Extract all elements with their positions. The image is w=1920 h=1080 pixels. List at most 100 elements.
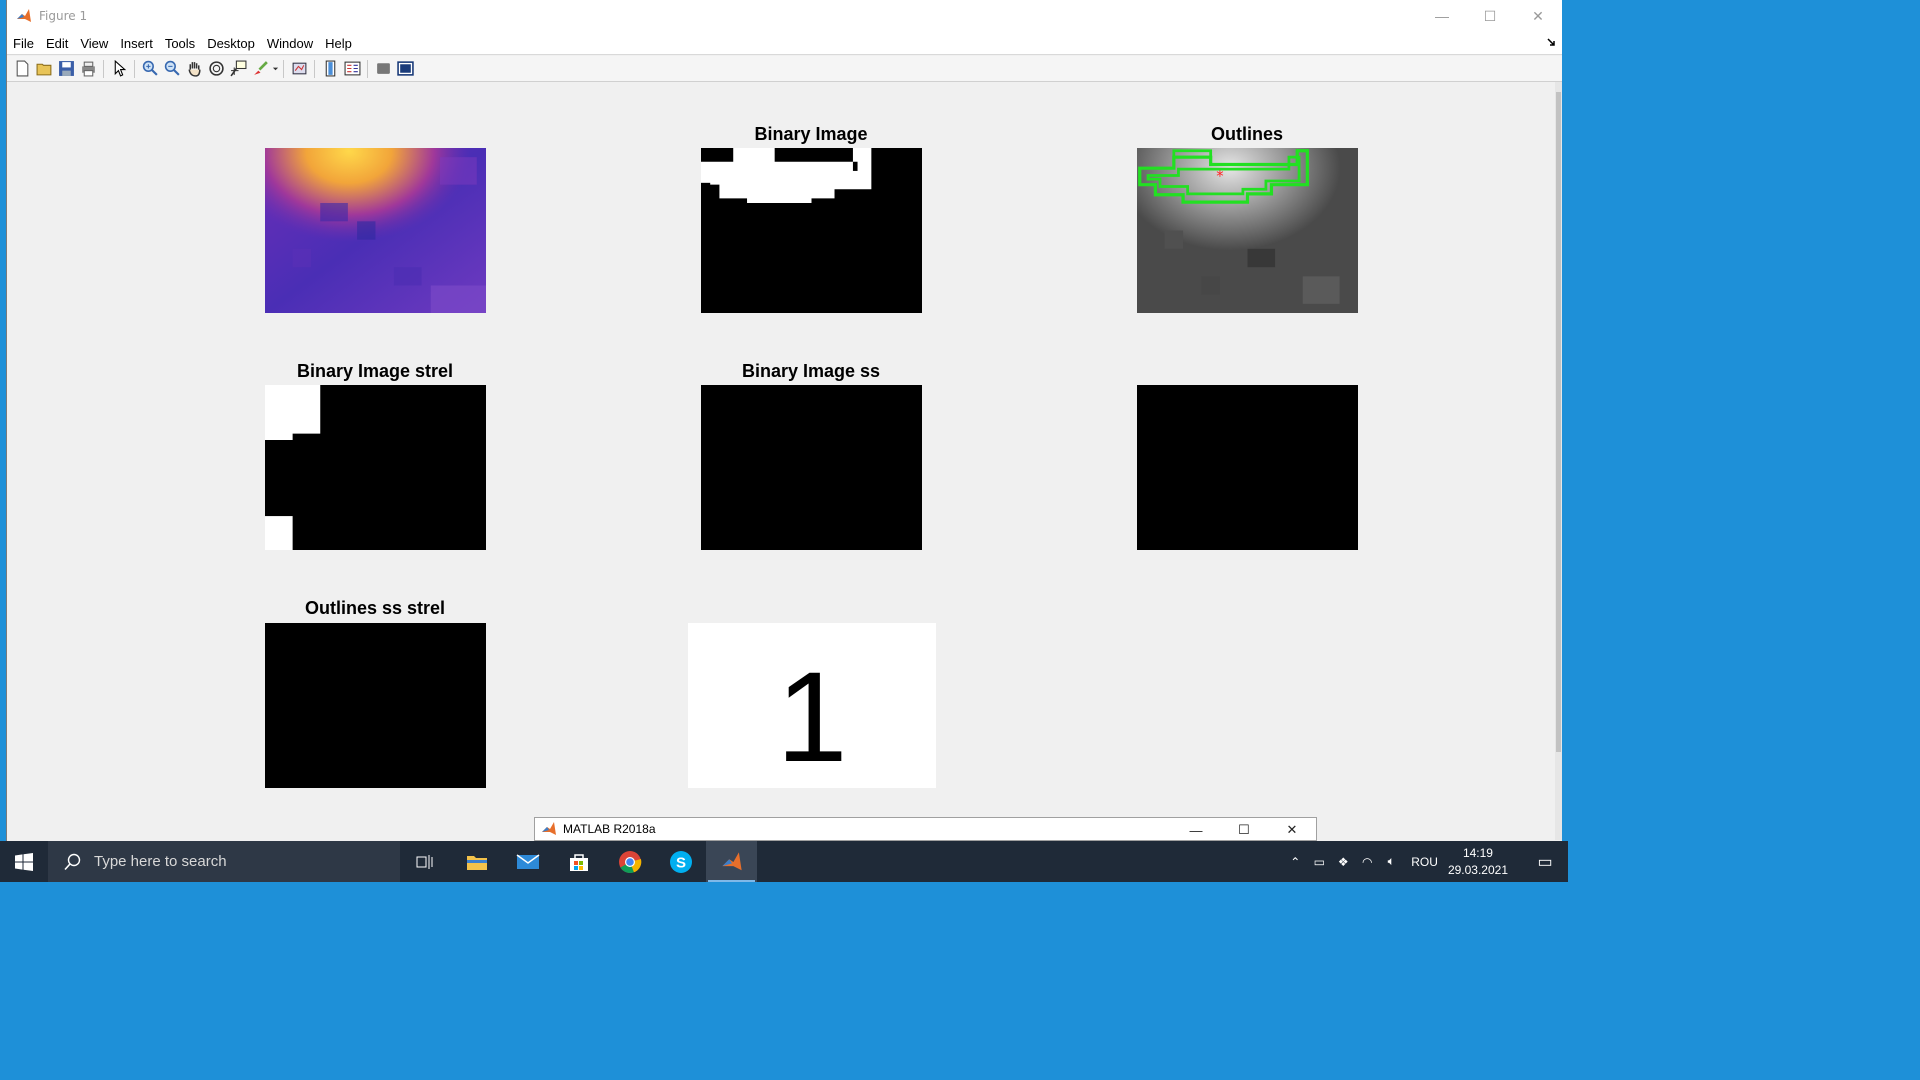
matlab-maximize-button[interactable]: ☐: [1220, 818, 1268, 842]
save-icon: [58, 61, 74, 76]
dock-arrow-icon[interactable]: [1546, 37, 1556, 47]
matlab-taskbar-button[interactable]: [706, 841, 757, 882]
task-view-button[interactable]: [400, 841, 451, 882]
binary-image-ss-title: Binary Image ss: [741, 361, 881, 381]
pan-button[interactable]: [183, 58, 205, 80]
window-title: Figure 1: [39, 9, 88, 23]
outlines-ss-strel-plot: [265, 623, 486, 788]
pointer-icon: [114, 60, 126, 77]
zoom-in-button[interactable]: [139, 58, 161, 80]
binary-image-ss-plot: [701, 385, 922, 550]
save-button[interactable]: [55, 58, 77, 80]
notifications-icon[interactable]: ▭: [1522, 852, 1568, 872]
count-value: 1: [776, 645, 848, 789]
rotate-button[interactable]: [205, 58, 227, 80]
menu-file[interactable]: File: [7, 36, 40, 51]
zoom-out-icon: [164, 60, 180, 76]
figure-toolbar: [7, 56, 1562, 82]
brush-icon: [253, 61, 268, 75]
search-placeholder: Type here to search: [94, 853, 227, 870]
legend-icon: [344, 61, 360, 76]
menu-bar: File Edit View Insert Tools Desktop Wind…: [7, 32, 1562, 55]
edit-plot-button[interactable]: [108, 58, 130, 80]
mail-button[interactable]: [502, 841, 553, 882]
matlab-close-button[interactable]: ✕: [1268, 818, 1316, 842]
close-button[interactable]: ✕: [1514, 0, 1562, 32]
menu-tools[interactable]: Tools: [159, 36, 201, 51]
menu-help[interactable]: Help: [319, 36, 358, 51]
untitled-black-plot: [1137, 385, 1358, 550]
binary-image-title: Binary Image: [754, 124, 868, 144]
new-figure-button[interactable]: [11, 58, 33, 80]
toolbar-separator: [367, 59, 368, 78]
store-button[interactable]: [553, 841, 604, 882]
brush-dropdown[interactable]: [271, 58, 279, 80]
minimize-button[interactable]: —: [1418, 0, 1466, 32]
taskbar-search[interactable]: Type here to search: [48, 841, 400, 882]
system-tray: ⌃ ▭ ❖ ◠ 🔈︎ ROU 14:19 29.03.2021 ▭: [1283, 841, 1568, 882]
toolbar-separator: [283, 59, 284, 78]
mail-icon: [516, 853, 539, 869]
toolbar-separator: [103, 59, 104, 78]
dropbox-icon[interactable]: ❖: [1331, 855, 1355, 869]
clock[interactable]: 14:19 29.03.2021: [1448, 845, 1508, 879]
matlab-window-title: MATLAB R2018a: [563, 822, 656, 836]
scrollbar-thumb[interactable]: [1556, 92, 1561, 752]
file-explorer-button[interactable]: [451, 841, 502, 882]
menu-desktop[interactable]: Desktop: [201, 36, 261, 51]
svg-text:S: S: [675, 854, 685, 871]
centroid-marker: *: [1216, 168, 1223, 185]
open-file-button[interactable]: [33, 58, 55, 80]
task-view-icon: [416, 854, 432, 869]
maximize-button[interactable]: ☐: [1466, 0, 1514, 32]
menu-view[interactable]: View: [74, 36, 114, 51]
hand-icon: [187, 62, 201, 77]
new-file-icon: [16, 60, 28, 77]
vertical-scrollbar[interactable]: [1555, 82, 1562, 840]
wifi-icon[interactable]: ◠: [1355, 855, 1379, 869]
clock-date: 29.03.2021: [1447, 862, 1508, 877]
binary-image-strel-title: Binary Image strel: [296, 361, 454, 381]
rotate-3d-icon: [208, 61, 224, 76]
start-button[interactable]: [0, 841, 48, 882]
count-panel: 1: [688, 623, 936, 788]
link-plot-button[interactable]: [288, 58, 310, 80]
menu-window[interactable]: Window: [261, 36, 319, 51]
search-icon: [64, 853, 81, 870]
outlines-title: Outlines: [1210, 124, 1283, 144]
chrome-button[interactable]: [604, 841, 655, 882]
windows-logo-icon: [15, 852, 33, 871]
colorbar-icon: [325, 60, 335, 77]
folder-icon: [36, 63, 51, 76]
thermal-image-plot: [265, 148, 486, 313]
show-tools-icon: [396, 61, 414, 76]
title-bar: Figure 1 — ☐ ✕: [7, 0, 1562, 32]
matlab-minimize-button[interactable]: —: [1172, 818, 1220, 842]
taskbar: Type here to search S ⌃ ▭ ❖ ◠ 🔈︎ ROU 14:…: [0, 841, 1568, 882]
colorbar-button[interactable]: [319, 58, 341, 80]
figure-window: Figure 1 — ☐ ✕ File Edit View Insert Too…: [6, 0, 1562, 841]
matlab-logo-icon: [542, 822, 556, 835]
printer-icon: [81, 61, 95, 77]
chrome-icon: [618, 850, 641, 873]
hide-plot-tools-button[interactable]: [372, 58, 394, 80]
store-icon: [569, 853, 588, 871]
zoom-in-icon: [142, 60, 158, 76]
link-plot-icon: [292, 62, 306, 75]
language-indicator[interactable]: ROU: [1411, 855, 1438, 869]
zoom-out-button[interactable]: [161, 58, 183, 80]
chevron-up-icon[interactable]: ⌃: [1283, 855, 1307, 869]
outlines-plot: *: [1137, 148, 1358, 313]
legend-button[interactable]: [341, 58, 363, 80]
skype-button[interactable]: S: [655, 841, 706, 882]
print-button[interactable]: [77, 58, 99, 80]
menu-insert[interactable]: Insert: [114, 36, 159, 51]
menu-edit[interactable]: Edit: [40, 36, 74, 51]
show-plot-tools-button[interactable]: [394, 58, 416, 80]
data-cursor-button[interactable]: [227, 58, 249, 80]
matlab-window[interactable]: MATLAB R2018a — ☐ ✕: [534, 817, 1317, 841]
hide-tools-icon: [376, 63, 390, 74]
volume-icon[interactable]: 🔈︎: [1379, 854, 1403, 869]
brush-button[interactable]: [249, 58, 271, 80]
battery-icon[interactable]: ▭: [1307, 855, 1331, 869]
